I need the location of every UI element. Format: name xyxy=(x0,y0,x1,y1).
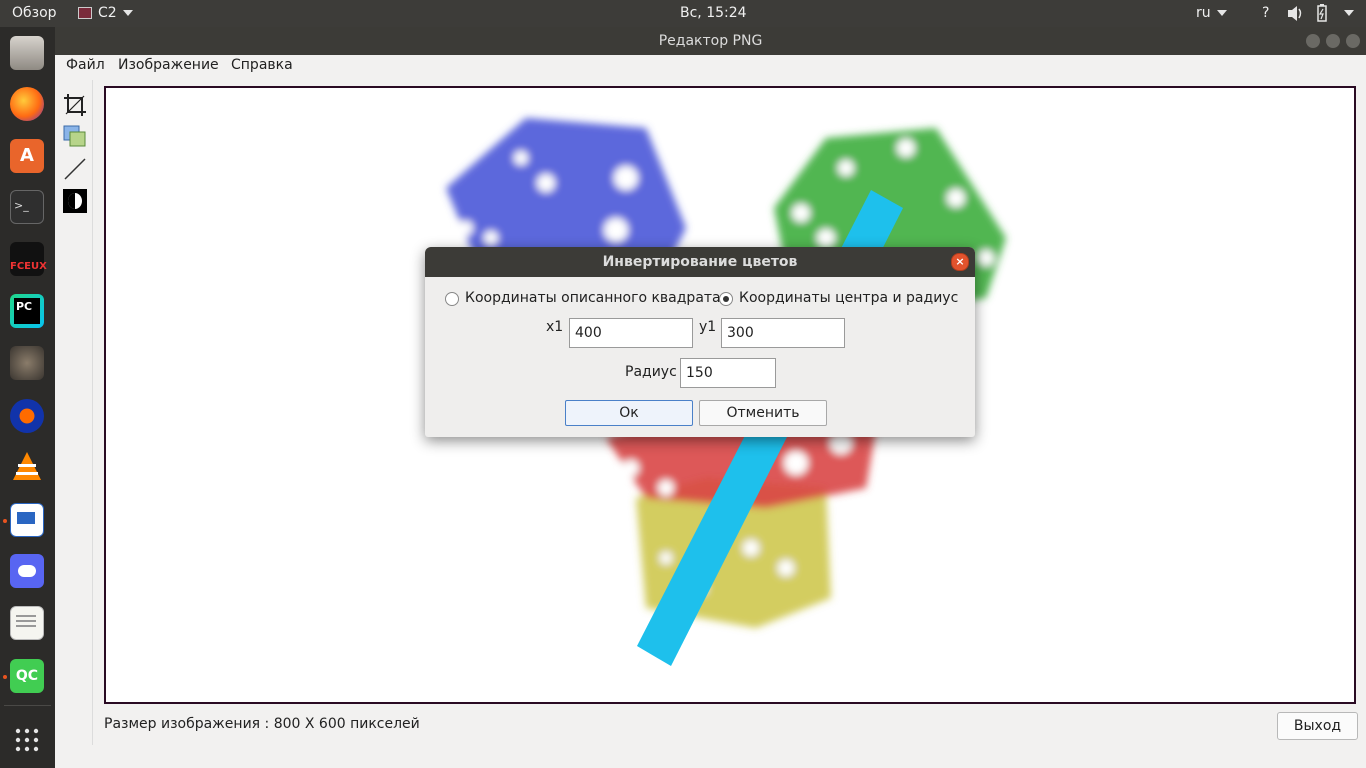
x1-input[interactable]: 400 xyxy=(569,318,693,348)
gimp-icon[interactable] xyxy=(10,346,44,380)
terminal-icon[interactable]: >_ xyxy=(10,190,44,224)
writer-icon[interactable] xyxy=(10,503,44,537)
dialog-titlebar[interactable]: Инвертирование цветов × xyxy=(425,247,975,277)
image-size-status: Размер изображения : 800 X 600 пикселей xyxy=(104,716,420,732)
software-center-icon[interactable]: A xyxy=(10,139,44,173)
radius-label: Радиус xyxy=(625,364,677,380)
system-menu[interactable] xyxy=(1338,0,1354,27)
chevron-down-icon xyxy=(1216,10,1227,16)
running-indicator xyxy=(3,519,7,523)
invert-colors-dialog: Инвертирование цветов × Координаты описа… xyxy=(425,247,975,437)
minimize-button[interactable] xyxy=(1306,34,1320,48)
cancel-button[interactable]: Отменить xyxy=(699,400,827,426)
y1-input[interactable]: 300 xyxy=(721,318,845,348)
option-center-label[interactable]: Координаты центра и радиус xyxy=(739,290,958,306)
dock-separator xyxy=(4,705,51,706)
option-square-label[interactable]: Координаты описанного квадрата xyxy=(465,290,721,306)
menu-help[interactable]: Справка xyxy=(231,57,293,73)
app-grid-icon[interactable] xyxy=(10,723,44,757)
chevron-down-icon xyxy=(1344,10,1354,16)
firefox-icon[interactable] xyxy=(10,87,44,121)
app-menu[interactable]: C2 xyxy=(78,0,133,27)
help-button[interactable]: ? xyxy=(1262,0,1269,27)
fceux-icon[interactable]: FCEUX xyxy=(10,242,47,276)
running-indicator xyxy=(3,675,7,679)
ok-button[interactable]: Ок xyxy=(565,400,693,426)
files-icon[interactable] xyxy=(10,36,44,70)
dialog-title: Инвертирование цветов xyxy=(602,254,798,270)
vlc-icon[interactable] xyxy=(10,450,44,484)
image-copy-icon[interactable] xyxy=(62,124,88,150)
close-button[interactable] xyxy=(1346,34,1360,48)
tool-panel xyxy=(58,80,93,745)
window-title: Редактор PNG xyxy=(658,33,763,49)
pycharm-icon[interactable]: PC xyxy=(10,294,44,328)
app-menu-label: C2 xyxy=(98,5,117,21)
option-center-radio[interactable] xyxy=(719,292,733,306)
volume-icon[interactable] xyxy=(1286,0,1304,27)
discord-icon[interactable] xyxy=(10,554,44,588)
maximize-button[interactable] xyxy=(1326,34,1340,48)
menu-bar: Файл Изображение Справка xyxy=(55,55,1366,77)
exit-button[interactable]: Выход xyxy=(1277,712,1358,740)
window-titlebar[interactable]: Редактор PNG xyxy=(55,27,1366,55)
dock: A >_ FCEUX PC QC xyxy=(0,27,55,768)
menu-image[interactable]: Изображение xyxy=(118,57,219,73)
dialog-close-button[interactable]: × xyxy=(951,253,969,271)
text-editor-icon[interactable] xyxy=(10,606,44,640)
radius-input[interactable]: 150 xyxy=(680,358,776,388)
qt-creator-icon[interactable]: QC xyxy=(10,659,44,693)
crop-icon[interactable] xyxy=(62,92,88,118)
top-bar: Обзор C2 Вс, 15:24 ru ? xyxy=(0,0,1366,27)
x1-label: x1 xyxy=(546,319,564,335)
line-icon[interactable] xyxy=(62,156,88,182)
keyboard-layout-label: ru xyxy=(1196,5,1211,21)
activities-button[interactable]: Обзор xyxy=(12,0,57,27)
option-square-radio[interactable] xyxy=(445,292,459,306)
clock[interactable]: Вс, 15:24 xyxy=(680,0,747,27)
y1-label: y1 xyxy=(699,319,717,335)
invert-colors-icon[interactable] xyxy=(62,188,88,214)
keyboard-layout[interactable]: ru xyxy=(1196,0,1227,27)
audacity-icon[interactable] xyxy=(10,399,44,433)
chevron-down-icon xyxy=(122,10,133,16)
menu-file[interactable]: Файл xyxy=(66,57,105,73)
app-menu-icon xyxy=(78,7,92,19)
battery-icon[interactable] xyxy=(1316,0,1328,27)
